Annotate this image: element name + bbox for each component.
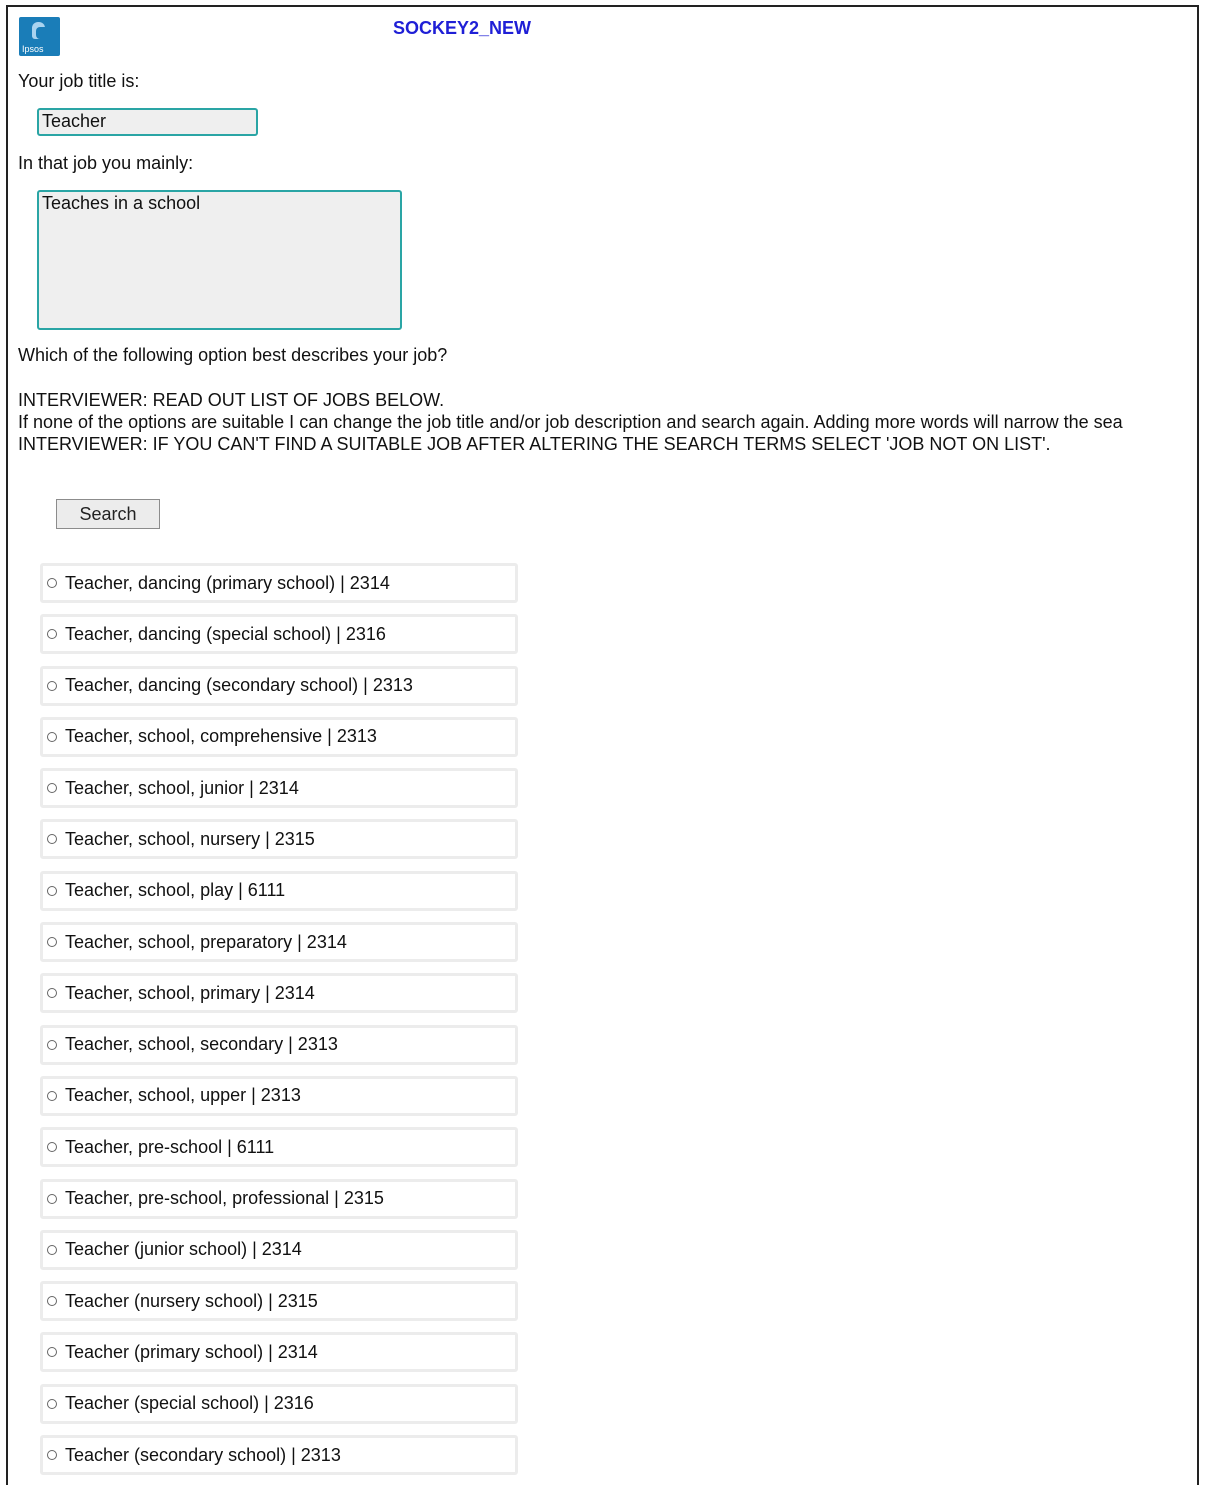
job-option-label: Teacher (nursery school) | 2315 [65,1290,318,1311]
job-option-label: Teacher, school, comprehensive | 2313 [65,726,377,747]
job-option-label: Teacher (junior school) | 2314 [65,1239,302,1260]
logo-mark-icon [32,22,45,39]
interviewer-instructions: INTERVIEWER: READ OUT LIST OF JOBS BELOW… [18,389,1197,455]
radio-icon[interactable] [47,1090,57,1101]
radio-icon[interactable] [47,783,57,794]
job-option-label: Teacher, dancing (secondary school) | 23… [65,675,413,696]
job-option[interactable]: Teacher, school, nursery | 2315 [40,819,518,860]
job-option[interactable]: Teacher, school, primary | 2314 [40,973,518,1014]
instruction-line: INTERVIEWER: IF YOU CAN'T FIND A SUITABL… [18,434,1051,454]
job-option-label: Teacher (special school) | 2316 [65,1393,314,1414]
job-option[interactable]: Teacher, school, upper | 2313 [40,1075,518,1116]
radio-icon[interactable] [47,834,57,845]
instruction-line: INTERVIEWER: READ OUT LIST OF JOBS BELOW… [18,390,445,410]
radio-icon[interactable] [47,1142,57,1153]
job-option[interactable]: Teacher, school, junior | 2314 [40,768,518,809]
job-description-label: In that job you mainly: [18,153,194,173]
job-option-label: Teacher, school, primary | 2314 [65,982,315,1003]
radio-icon[interactable] [47,680,57,691]
job-option[interactable]: Teacher, school, play | 6111 [40,870,518,911]
radio-icon[interactable] [47,731,57,742]
survey-frame: Ipsos SOCKEY2_NEW Your job title is: Tea… [6,5,1199,1485]
job-option[interactable]: Teacher, dancing (primary school) | 2314 [40,563,518,603]
job-option[interactable]: Teacher, dancing (special school) | 2316 [40,614,518,655]
radio-icon[interactable] [47,629,57,640]
radio-icon[interactable] [47,1039,57,1050]
job-option[interactable]: Teacher, pre-school, professional | 2315 [40,1178,518,1219]
search-button[interactable]: Search [56,499,160,529]
radio-icon[interactable] [47,885,57,896]
question-text: Which of the following option best descr… [18,345,448,365]
radio-icon[interactable] [47,988,57,999]
job-option[interactable]: Teacher (secondary school) | 2313 [40,1435,518,1476]
job-option-label: Teacher, school, junior | 2314 [65,777,299,798]
job-option-label: Teacher, dancing (primary school) | 2314 [65,572,390,593]
radio-icon[interactable] [47,578,57,588]
radio-icon[interactable] [47,1398,57,1409]
job-options-list: Teacher, dancing (primary school) | 2314… [40,563,518,1485]
job-option[interactable]: Teacher (special school) | 2316 [40,1383,518,1424]
job-option-label: Teacher (secondary school) | 2313 [65,1444,341,1465]
job-option-label: Teacher (primary school) | 2314 [65,1341,318,1362]
radio-icon[interactable] [47,1450,57,1461]
job-option-label: Teacher, school, upper | 2313 [65,1085,301,1106]
radio-icon[interactable] [47,1296,57,1307]
job-option[interactable]: Teacher, school, preparatory | 2314 [40,922,518,963]
job-option-label: Teacher, pre-school | 6111 [65,1136,275,1157]
job-option[interactable]: Teacher (junior school) | 2314 [40,1229,518,1270]
job-option-label: Teacher, school, play | 6111 [65,880,286,901]
radio-icon[interactable] [47,1193,57,1204]
job-option-label: Teacher, school, secondary | 2313 [65,1034,338,1055]
logo-text: Ipsos [22,44,44,54]
radio-icon[interactable] [47,937,57,948]
radio-icon[interactable] [47,1347,57,1358]
job-title-label: Your job title is: [18,71,140,91]
job-option[interactable]: Teacher, pre-school | 6111 [40,1127,518,1168]
job-option[interactable]: Teacher, school, comprehensive | 2313 [40,716,518,757]
job-title-field[interactable]: Teacher [37,108,258,136]
radio-icon[interactable] [47,1244,57,1255]
job-option-label: Teacher, school, nursery | 2315 [65,828,315,849]
job-option-label: Teacher, dancing (special school) | 2316 [65,623,386,644]
job-option[interactable]: Teacher, dancing (secondary school) | 23… [40,665,518,706]
job-option-label: Teacher, school, preparatory | 2314 [65,931,347,952]
job-option[interactable]: Teacher (primary school) | 2314 [40,1332,518,1373]
job-option[interactable]: Teacher, school, secondary | 2313 [40,1024,518,1065]
ipsos-logo: Ipsos [19,17,60,56]
job-option-label: Teacher, pre-school, professional | 2315 [65,1188,384,1209]
instruction-line: If none of the options are suitable I ca… [18,412,1123,432]
job-description-field[interactable]: Teaches in a school [37,190,402,330]
job-option[interactable]: Teacher (nursery school) | 2315 [40,1281,518,1322]
page-title: SOCKEY2_NEW [393,18,532,38]
